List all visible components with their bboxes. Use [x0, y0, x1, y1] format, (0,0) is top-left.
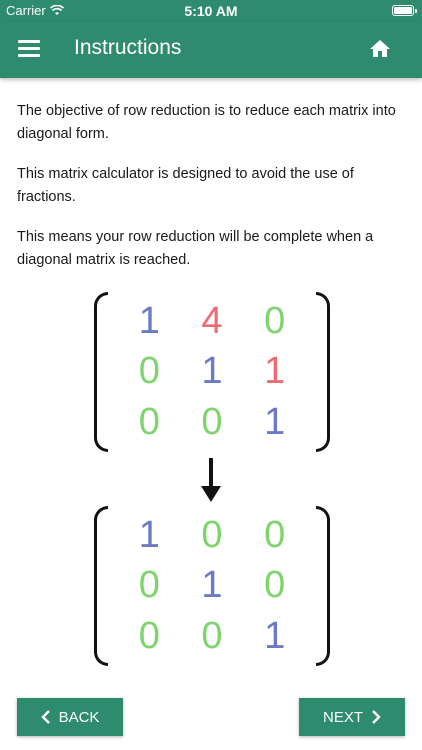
- matrix-cell: 0: [264, 564, 286, 607]
- matrix-after: 100010001: [94, 506, 330, 666]
- matrix-before: 140011001: [94, 292, 330, 452]
- next-button-label: NEXT: [322, 708, 363, 726]
- chevron-right-icon: [372, 710, 381, 724]
- back-button[interactable]: BACK: [17, 698, 123, 736]
- matrix-cell: 4: [201, 299, 223, 342]
- app-bar: Instructions: [0, 22, 422, 78]
- battery-icon: [392, 5, 417, 16]
- matrix-cells: 140011001: [118, 296, 306, 448]
- left-bracket: [94, 292, 108, 452]
- instruction-paragraph: The objective of row reduction is to red…: [17, 103, 396, 142]
- matrix-cell: 0: [264, 513, 286, 556]
- matrix-cell: 0: [138, 564, 160, 607]
- matrix-cell: 0: [264, 299, 286, 342]
- page-title: Instructions: [74, 36, 182, 59]
- instructions-content: The objective of row reduction is to red…: [17, 100, 405, 289]
- matrix-cell: 1: [264, 615, 286, 658]
- matrix-cell: 0: [138, 401, 160, 444]
- down-arrow-icon: [201, 458, 221, 502]
- matrix-cell: 1: [138, 299, 160, 342]
- matrix-cell: 0: [201, 513, 223, 556]
- chevron-left-icon: [40, 710, 50, 724]
- hamburger-menu-icon[interactable]: [18, 40, 40, 58]
- matrix-cell: 0: [138, 615, 160, 658]
- status-time: 5:10 AM: [184, 3, 238, 19]
- right-bracket: [316, 292, 330, 452]
- instruction-paragraph: This matrix calculator is designed to av…: [17, 166, 354, 205]
- matrix-cell: 1: [201, 564, 223, 607]
- matrix-cell: 0: [201, 615, 223, 658]
- next-button[interactable]: NEXT: [299, 698, 405, 736]
- matrix-cells: 100010001: [118, 510, 306, 662]
- instruction-paragraph: This means your row reduction will be co…: [17, 229, 374, 268]
- back-button-label: BACK: [58, 708, 100, 726]
- home-icon[interactable]: [368, 37, 392, 61]
- matrix-cell: 1: [264, 401, 286, 444]
- matrix-cell: 1: [201, 350, 223, 393]
- matrix-cell: 1: [264, 350, 286, 393]
- status-bar: Carrier 5:10 AM: [0, 0, 422, 22]
- matrix-cell: 0: [201, 401, 223, 444]
- matrix-cell: 0: [138, 350, 160, 393]
- right-bracket: [316, 506, 330, 666]
- left-bracket: [94, 506, 108, 666]
- matrix-cell: 1: [138, 513, 160, 556]
